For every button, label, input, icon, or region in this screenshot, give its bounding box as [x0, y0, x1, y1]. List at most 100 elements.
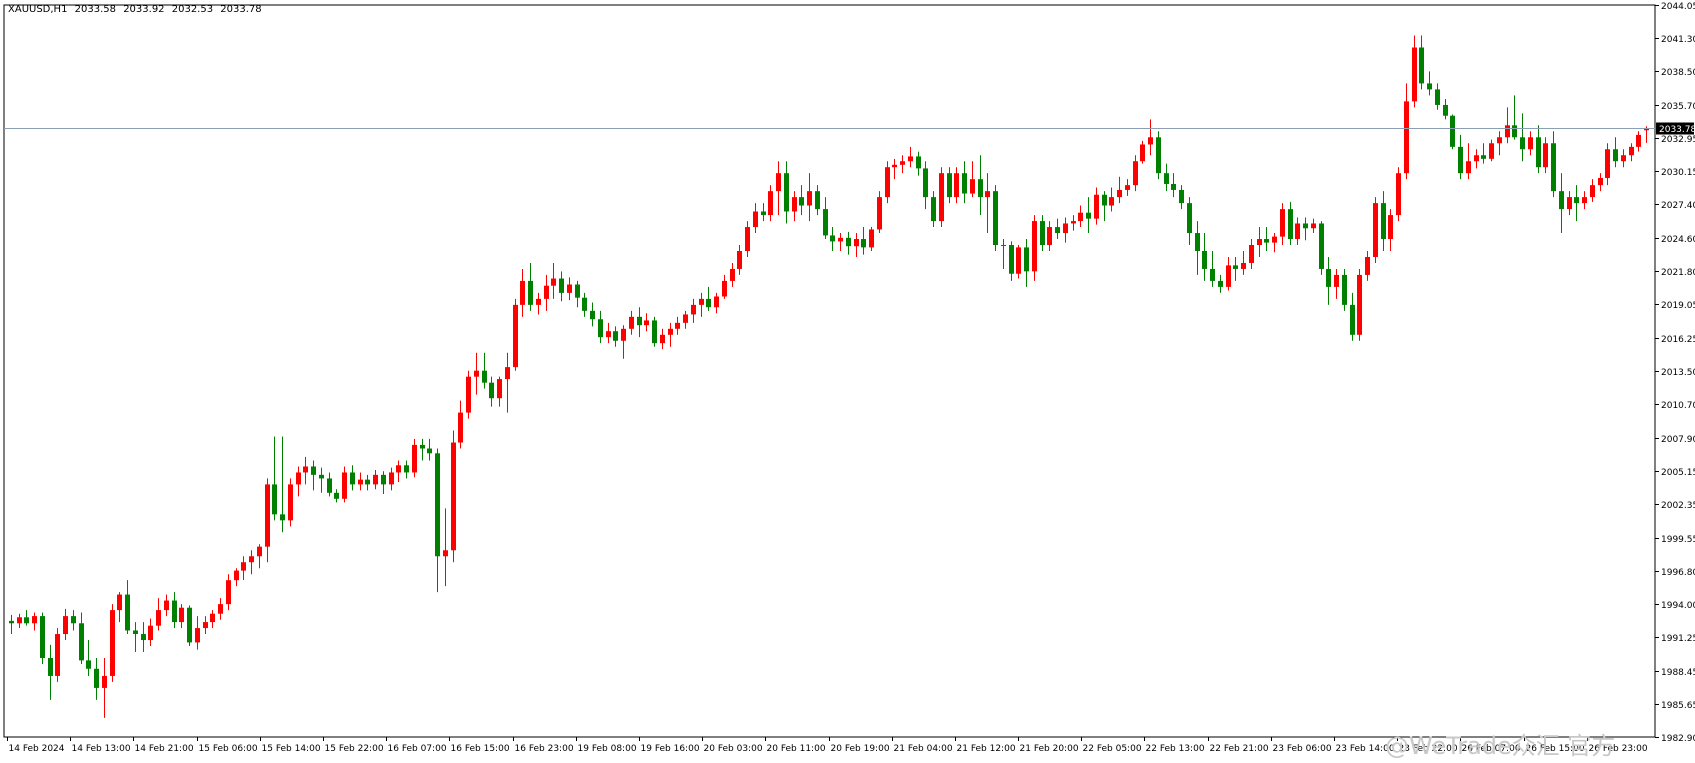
candle-body [187, 607, 192, 643]
candle-body [1412, 47, 1417, 102]
candle-body [396, 465, 401, 473]
candle-body [1264, 239, 1269, 243]
candle-body [1032, 221, 1037, 272]
candle-body [737, 250, 742, 269]
candle-body [846, 237, 851, 247]
candle-body [40, 616, 45, 658]
candle-body [528, 280, 533, 305]
candle-body [1334, 274, 1339, 287]
candle-body [768, 191, 773, 216]
price-tick-label: 2019.05 [1661, 301, 1695, 311]
time-tick-label: 14 Feb 2024 [9, 744, 65, 754]
current-price-label: 2033.78 [1659, 125, 1695, 135]
symbol-ohlc-header: XAUUSD,H1 2033.58 2033.92 2032.53 2033.7… [8, 4, 266, 15]
candle-body [1210, 268, 1215, 281]
candle-body [280, 514, 285, 521]
candle-body [1582, 197, 1587, 204]
candle-body [1078, 212, 1083, 222]
candle-body [350, 472, 355, 485]
candle-body [869, 229, 874, 248]
candle-body [24, 617, 29, 624]
candle-body [513, 304, 518, 368]
price-tick-label: 2016.25 [1661, 335, 1695, 345]
candle-body [226, 580, 231, 605]
candle-body [1102, 194, 1107, 206]
candle-body [420, 444, 425, 449]
candle-body [559, 278, 564, 293]
candle-body [520, 280, 525, 305]
candle-body [1055, 227, 1060, 234]
candle-body [179, 607, 184, 623]
candle-body [1435, 89, 1440, 105]
chart-area[interactable]: 2033.78 2044.05 2041.30 2038.50 2035.70 2032… [0, 0, 1695, 760]
candle-body [133, 630, 138, 635]
candle-body [1365, 256, 1370, 275]
candle-body [652, 320, 657, 344]
candle-body [1071, 221, 1076, 224]
candle-body [1497, 137, 1502, 144]
candle-body [257, 546, 262, 557]
candle-body [1016, 247, 1021, 274]
candle-body [1303, 223, 1308, 229]
time-tick-label: 22 Feb 21:00 [1210, 744, 1269, 754]
price-tick-label: 2005.15 [1661, 468, 1695, 478]
candle-body [86, 660, 91, 669]
candle-body [311, 466, 316, 475]
candle-body [621, 328, 626, 341]
candle-body [815, 191, 820, 210]
candle-body [637, 316, 642, 326]
candle-body [1226, 265, 1231, 287]
price-tick-label: 2013.50 [1661, 368, 1695, 378]
time-tick-label: 15 Feb 06:00 [199, 744, 258, 754]
candle-body [474, 370, 479, 377]
candle-body [489, 382, 494, 399]
candle-body [1280, 209, 1285, 237]
candle-body [1489, 143, 1494, 159]
time-tick-label: 21 Feb 12:00 [957, 744, 1016, 754]
candle-body [63, 616, 68, 635]
candle-body [1551, 143, 1556, 192]
time-tick-label: 19 Feb 08:00 [578, 744, 637, 754]
candle-body [1009, 245, 1014, 274]
candle-body [71, 616, 76, 624]
candle-body [288, 484, 293, 521]
candle-body [1419, 47, 1424, 84]
candle-body [117, 594, 122, 611]
candle-body [567, 284, 572, 293]
candle-body [234, 570, 239, 581]
candle-body [141, 634, 146, 641]
price-tick-label: 2002.35 [1661, 501, 1695, 511]
candle-body [807, 191, 812, 206]
candle-body [249, 556, 254, 563]
candle-body [1450, 115, 1455, 147]
candle-body [1094, 194, 1099, 219]
candle-body [699, 298, 704, 305]
candle-body [629, 316, 634, 329]
candle-body [722, 280, 727, 297]
candle-body [823, 209, 828, 236]
time-tick-label: 20 Feb 11:00 [767, 744, 826, 754]
candle-body [916, 156, 921, 169]
candle-body [412, 444, 417, 473]
chart-background [0, 0, 1695, 759]
candle-body [172, 600, 177, 623]
candle-body [303, 466, 308, 473]
candle-body [1613, 149, 1618, 162]
candle-body [1218, 280, 1223, 287]
candle-body [931, 197, 936, 222]
candle-body [241, 562, 246, 571]
candle-body [675, 322, 680, 329]
candle-body [1373, 203, 1378, 257]
candle-body [1543, 143, 1548, 168]
low-value: 2032.53 [171, 4, 214, 15]
price-tick-label: 2038.50 [1661, 68, 1695, 78]
candle-body [1040, 221, 1045, 246]
candle-body [784, 173, 789, 212]
candle-body [164, 600, 169, 611]
candle-body [792, 197, 797, 212]
candle-body [970, 179, 975, 194]
candle-body [854, 239, 859, 247]
candle-body [319, 474, 324, 479]
candle-body [947, 173, 952, 198]
candle-body [776, 173, 781, 192]
